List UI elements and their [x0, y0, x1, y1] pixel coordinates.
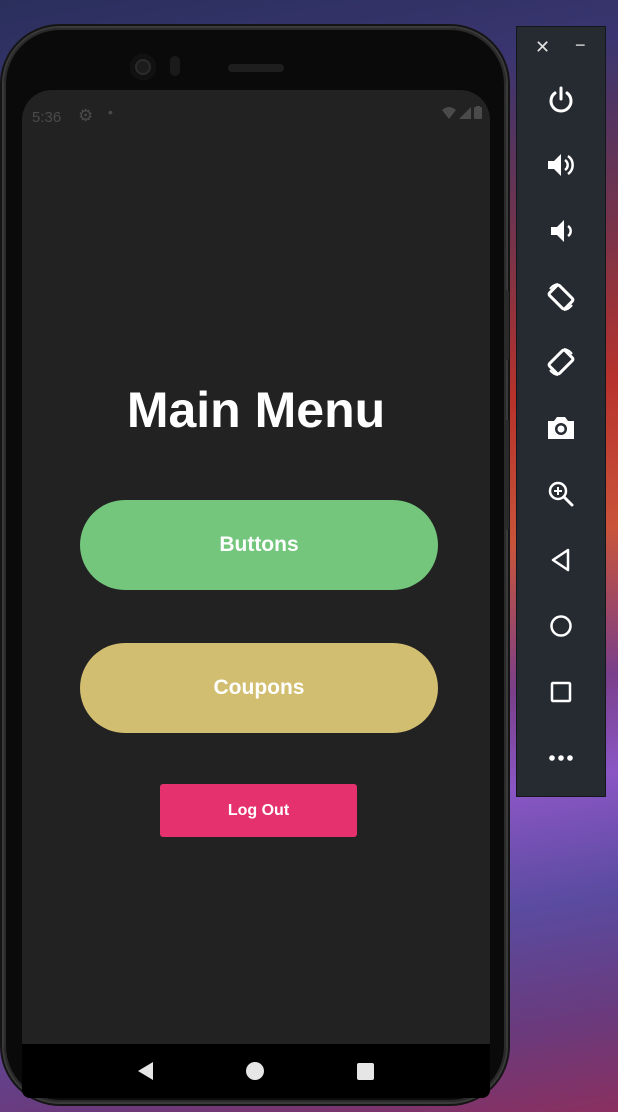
- screenshot-button[interactable]: [517, 408, 605, 448]
- overview-button[interactable]: [517, 672, 605, 712]
- front-camera: [130, 54, 156, 80]
- rotate-right-button[interactable]: [517, 342, 605, 382]
- phone-top-bezel: [4, 28, 506, 98]
- signal-icon: [459, 106, 471, 119]
- navigation-bar: [22, 1044, 490, 1098]
- side-button-volume: [505, 420, 509, 530]
- more-button[interactable]: [517, 738, 605, 778]
- app-screen: 5:36 ⚙ • Main Menu Buttons Coupons Log O…: [22, 90, 490, 1098]
- status-bar: 5:36 ⚙ •: [22, 90, 490, 140]
- zoom-icon: [548, 481, 574, 507]
- more-icon: [549, 755, 573, 761]
- minimize-icon[interactable]: −: [575, 35, 586, 56]
- back-icon: [551, 548, 570, 572]
- power-button[interactable]: [517, 80, 605, 120]
- coupons-button[interactable]: Coupons: [80, 643, 438, 733]
- earpiece-speaker: [228, 64, 284, 72]
- rotate-left-icon: [547, 283, 575, 311]
- volume-down-icon: [551, 220, 572, 242]
- emulator-toolbar: ✕ −: [516, 26, 606, 797]
- notification-dot-icon: •: [108, 104, 113, 120]
- side-button-power: [505, 290, 509, 360]
- home-circle-icon[interactable]: [245, 1062, 264, 1080]
- phone-frame: 5:36 ⚙ • Main Menu Buttons Coupons Log O…: [4, 28, 506, 1102]
- status-time: 5:36: [32, 109, 62, 126]
- rotate-right-icon: [547, 348, 575, 376]
- page-title: Main Menu: [126, 382, 386, 438]
- overview-icon: [550, 681, 572, 703]
- home-icon: [550, 615, 572, 637]
- toolbar-window-controls: ✕ −: [517, 35, 605, 61]
- proximity-sensor: [170, 56, 180, 76]
- zoom-button[interactable]: [517, 474, 605, 514]
- back-button[interactable]: [517, 540, 605, 580]
- back-triangle-icon[interactable]: [138, 1062, 154, 1080]
- volume-down-button[interactable]: [517, 211, 605, 251]
- buttons-button[interactable]: Buttons: [80, 500, 438, 590]
- rotate-left-button[interactable]: [517, 277, 605, 317]
- status-icons: [442, 106, 482, 119]
- battery-icon: [474, 106, 482, 119]
- camera-icon: [548, 417, 574, 439]
- volume-up-button[interactable]: [517, 145, 605, 185]
- wifi-icon: [442, 106, 456, 119]
- volume-up-icon: [548, 154, 574, 176]
- close-icon[interactable]: ✕: [535, 37, 550, 58]
- logout-button[interactable]: Log Out: [160, 784, 357, 837]
- recents-square-icon[interactable]: [356, 1062, 374, 1080]
- settings-gear-icon: ⚙: [78, 106, 94, 125]
- home-button[interactable]: [517, 606, 605, 646]
- power-icon: [549, 86, 573, 113]
